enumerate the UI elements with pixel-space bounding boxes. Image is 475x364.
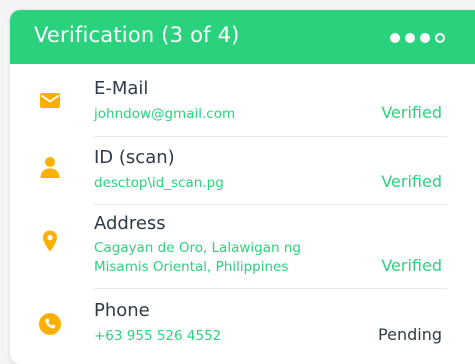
item-title: E-Mail <box>94 78 149 99</box>
item-detail-line: Cagayan de Oro, Lalawigan ng <box>94 240 301 256</box>
step-dot-completed <box>390 33 400 43</box>
mail-icon <box>40 93 60 108</box>
item-detail: johndow@gmail.com <box>94 106 236 122</box>
location-pin-icon <box>43 230 57 252</box>
item-title: Phone <box>94 300 150 321</box>
status-badge: Verified <box>381 256 442 275</box>
status-badge: Pending <box>378 325 442 344</box>
card-header: Verification (3 of 4) <box>10 10 475 64</box>
phone-icon <box>39 313 61 335</box>
item-title: ID (scan) <box>94 147 175 168</box>
verification-item-phone[interactable]: Phone +63 955 526 4552 Pending <box>10 289 475 364</box>
verification-item-email[interactable]: E-Mail johndow@gmail.com Verified <box>10 64 475 136</box>
item-detail: +63 955 526 4552 <box>94 328 222 344</box>
step-indicator <box>390 33 445 43</box>
step-dot-completed <box>405 33 415 43</box>
step-dot-completed <box>420 33 430 43</box>
item-detail: desctop\id_scan.pg <box>94 175 224 191</box>
verification-item-id-scan[interactable]: ID (scan) desctop\id_scan.pg Verified <box>10 137 475 204</box>
person-icon <box>40 157 60 178</box>
header-title: Verification (3 of 4) <box>34 23 240 47</box>
step-dot-pending <box>435 33 445 43</box>
item-detail-line: Misamis Oriental, Philippines <box>94 259 289 275</box>
verification-item-address[interactable]: Address Cagayan de Oro, Lalawigan ng Mis… <box>10 205 475 287</box>
status-badge: Verified <box>381 172 442 191</box>
verification-card: Verification (3 of 4) E-Mail johndow@gma… <box>10 10 475 364</box>
item-title: Address <box>94 213 166 234</box>
status-badge: Verified <box>381 103 442 122</box>
